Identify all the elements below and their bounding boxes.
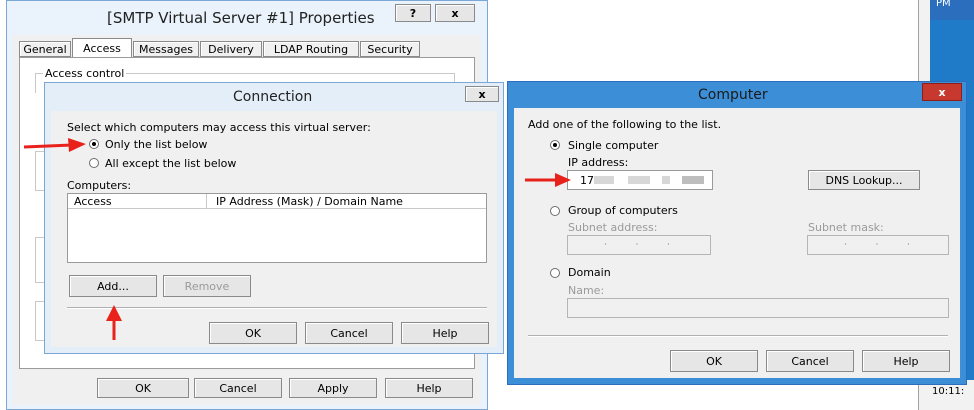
all-except-label[interactable]: All except the list below — [105, 157, 236, 170]
domain-label[interactable]: Domain — [568, 266, 611, 279]
taskbar-top-text: PM — [936, 0, 951, 9]
only-list-radio[interactable] — [89, 139, 99, 149]
ip-address-field[interactable]: 17 — [567, 170, 713, 190]
list-header: Access IP Address (Mask) / Domain Name — [68, 194, 486, 209]
single-computer-label[interactable]: Single computer — [568, 139, 658, 152]
computer-title: Computer — [698, 87, 768, 103]
group-label[interactable]: Group of computers — [568, 204, 678, 217]
subnet-mask-field[interactable]: · · · — [807, 235, 949, 255]
subnet-address-label: Subnet address: — [568, 221, 658, 234]
only-list-label[interactable]: Only the list below — [105, 138, 207, 151]
dns-lookup-button[interactable]: DNS Lookup... — [808, 170, 920, 190]
access-control-label: Access control — [43, 67, 127, 80]
connection-cancel-button[interactable]: Cancel — [305, 322, 393, 344]
connection-separator — [67, 307, 487, 309]
connection-close-button[interactable]: x — [465, 86, 499, 102]
connection-ok-button[interactable]: OK — [209, 322, 297, 344]
computer-help-button[interactable]: Help — [862, 350, 950, 372]
taskbar-clock: 10:11: — [932, 386, 965, 397]
tab-delivery[interactable]: Delivery — [200, 41, 262, 57]
computers-list[interactable]: Access IP Address (Mask) / Domain Name — [67, 193, 487, 263]
domain-name-field[interactable] — [567, 298, 949, 318]
single-computer-radio[interactable] — [550, 140, 560, 150]
connection-instruction: Select which computers may access this v… — [67, 121, 371, 134]
computers-label: Computers: — [67, 179, 132, 192]
ip-blur-3 — [662, 176, 670, 184]
subnet-mask-label: Subnet mask: — [808, 221, 884, 234]
remove-button[interactable]: Remove — [163, 275, 251, 297]
computer-cancel-button[interactable]: Cancel — [766, 350, 854, 372]
ip-address-label: IP address: — [568, 156, 629, 169]
properties-title: [SMTP Virtual Server #1] Properties — [107, 9, 375, 27]
connection-title: Connection — [233, 89, 313, 105]
tab-security[interactable]: Security — [360, 41, 420, 57]
connection-help-button[interactable]: Help — [401, 322, 489, 344]
properties-apply-button[interactable]: Apply — [289, 378, 377, 398]
subnet-address-dots: · · · — [604, 240, 670, 250]
properties-ok-button[interactable]: OK — [97, 378, 189, 398]
ip-blur-1 — [594, 176, 614, 184]
tab-access[interactable]: Access — [72, 38, 132, 57]
properties-close-button[interactable]: x — [435, 4, 475, 22]
computer-ok-button[interactable]: OK — [670, 350, 758, 372]
all-except-radio[interactable] — [89, 158, 99, 168]
arrow-only-list — [23, 138, 86, 152]
column-divider — [206, 194, 207, 208]
add-button[interactable]: Add... — [69, 275, 157, 297]
arrow-add-button — [106, 305, 122, 340]
subnet-address-field[interactable]: · · · — [567, 235, 711, 255]
domain-radio[interactable] — [550, 268, 560, 278]
properties-help-button[interactable]: ? — [395, 4, 431, 22]
computer-instruction: Add one of the following to the list. — [528, 118, 722, 131]
column-ip[interactable]: IP Address (Mask) / Domain Name — [216, 195, 403, 208]
computer-separator — [528, 335, 948, 337]
ip-address-value: 17 — [580, 174, 594, 187]
computer-close-button[interactable]: x — [922, 83, 962, 101]
computer-dialog: Computer x Add one of the following to t… — [507, 81, 967, 385]
name-label: Name: — [568, 284, 605, 297]
column-access[interactable]: Access — [74, 195, 112, 208]
properties-help-bottom-button[interactable]: Help — [385, 378, 473, 398]
tab-ldap-routing[interactable]: LDAP Routing — [263, 41, 359, 57]
properties-cancel-button[interactable]: Cancel — [194, 378, 282, 398]
ip-blur-4 — [682, 176, 704, 184]
arrow-ip-address — [525, 173, 571, 187]
taskbar-top: PM — [930, 0, 974, 20]
tab-general[interactable]: General — [19, 41, 71, 57]
tab-messages[interactable]: Messages — [133, 41, 199, 57]
ip-blur-2 — [628, 176, 650, 184]
subnet-mask-dots: · · · — [844, 240, 910, 250]
group-radio[interactable] — [550, 206, 560, 216]
